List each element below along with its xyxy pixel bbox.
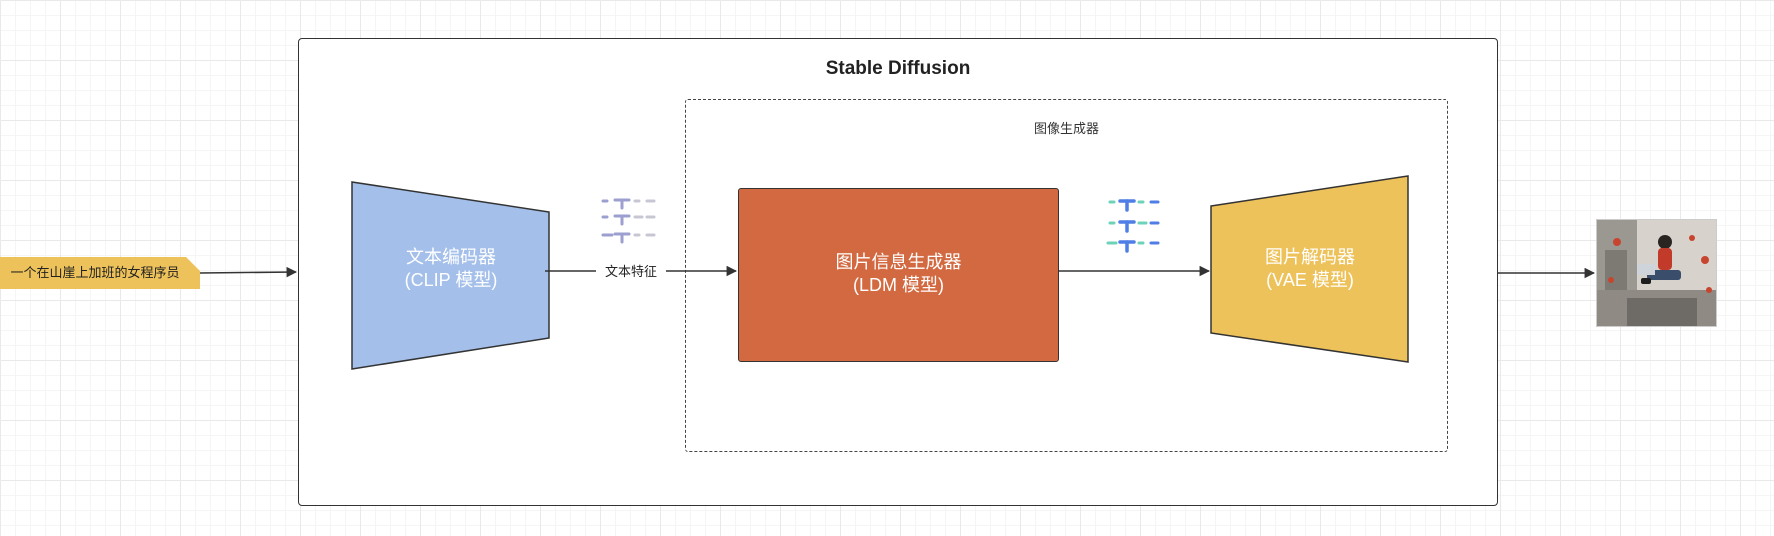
text-encoder-model: (CLIP 模型) bbox=[404, 270, 498, 290]
generated-illustration bbox=[1596, 219, 1717, 327]
canvas: Stable Diffusion 图像生成器 文本编码器 (CLIP 模型) 图… bbox=[0, 0, 1774, 536]
image-decoder-model: (VAE 模型) bbox=[1266, 270, 1354, 290]
image-info-creator-name: 图片信息生成器 bbox=[835, 252, 962, 272]
input-prompt-tag: 一个在山崖上加班的女程序员 bbox=[0, 257, 200, 289]
text-encoder-name: 文本编码器 bbox=[406, 247, 496, 267]
arrow-input-to-sd bbox=[199, 266, 298, 278]
image-decoder-label: 图片解码器 (VAE 模型) bbox=[1211, 246, 1409, 292]
output-image-illustration bbox=[1597, 220, 1716, 326]
image-info-creator-model: (LDM 模型) bbox=[853, 275, 944, 295]
text-encoder-label: 文本编码器 (CLIP 模型) bbox=[352, 246, 550, 292]
text-feature-label: 文本特征 bbox=[596, 263, 666, 281]
image-decoder-name: 图片解码器 bbox=[1265, 247, 1355, 267]
text-token-grid-icon bbox=[601, 198, 656, 244]
latent-token-grid-icon bbox=[1106, 199, 1160, 253]
image-info-creator-label: 图片信息生成器 (LDM 模型) bbox=[738, 251, 1059, 297]
